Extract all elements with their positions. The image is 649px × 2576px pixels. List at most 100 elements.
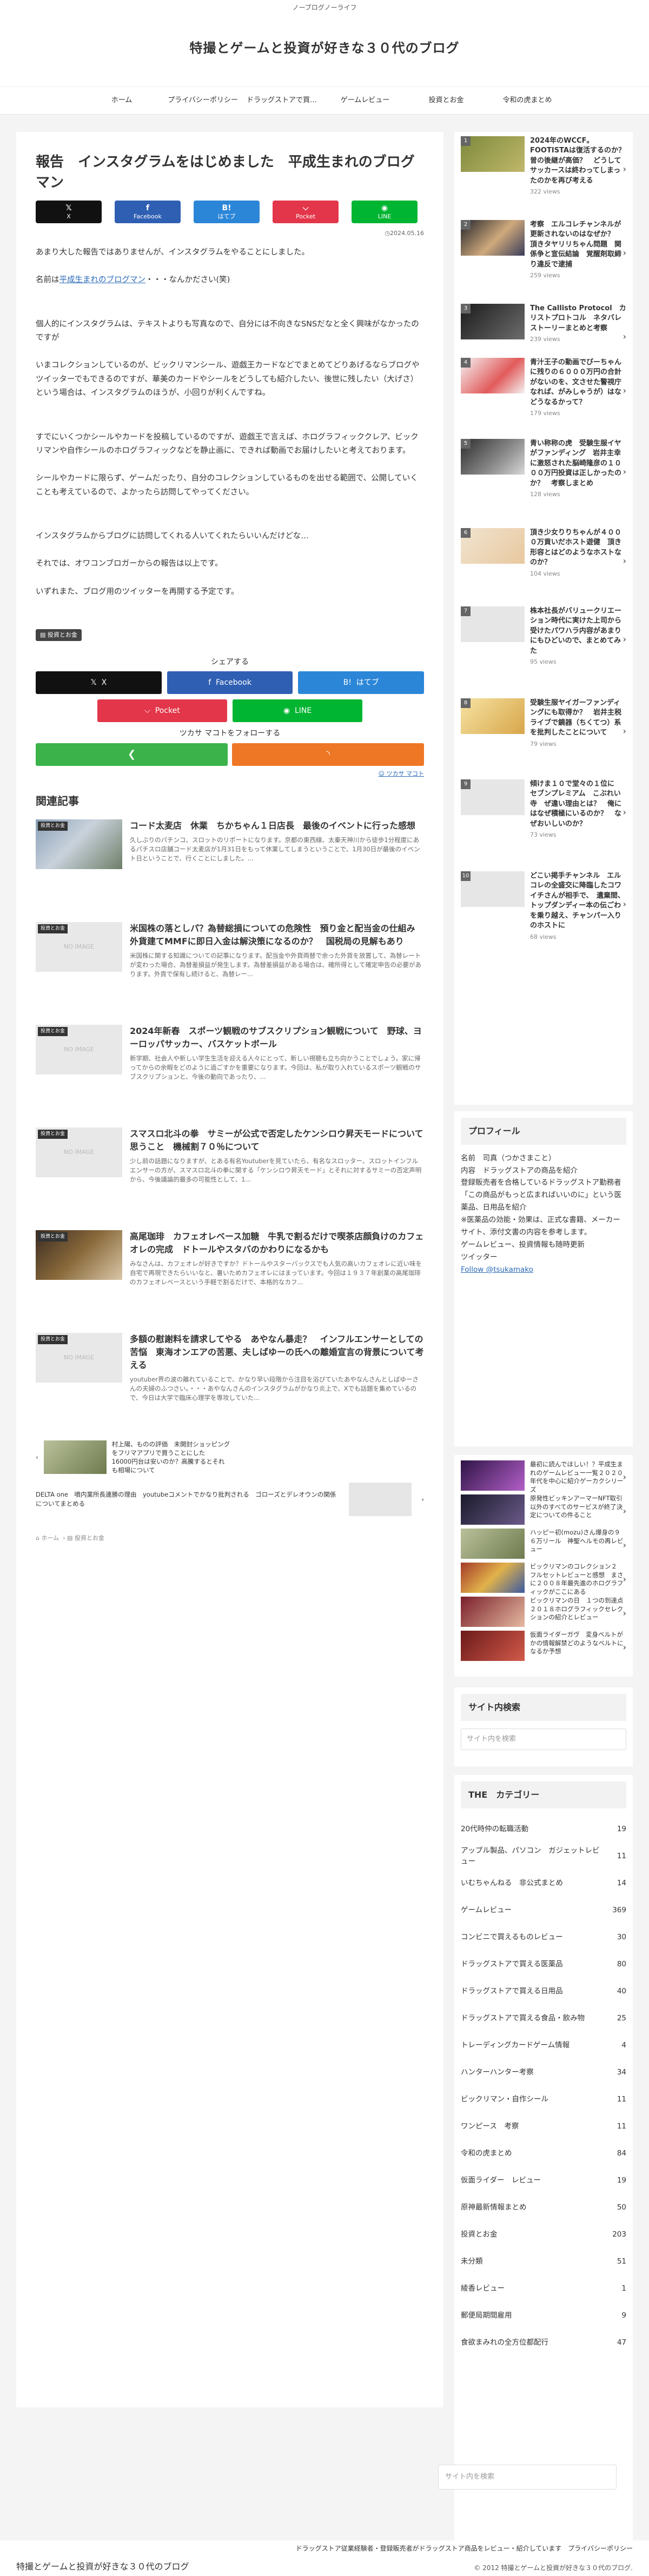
popular-item[interactable]: 10 どこい掲手チャンネル エルコレの全盛交に降臨したコワイチさんが相手で、 遺棄… — [461, 871, 626, 963]
category-item[interactable]: コンビニで買えるものレビュー 30 — [461, 1924, 626, 1951]
share-bottom-hatena-label: はてブ — [356, 678, 379, 688]
nav-investment[interactable]: 投資とお金 — [406, 87, 487, 114]
related-item[interactable]: 投資とお金 高尾珈琲 カフェオレベース加糖 牛乳で割るだけで喫茶店顔負けのカフェ… — [36, 1230, 424, 1333]
category-item[interactable]: ハンターハンター考察 34 — [461, 2059, 626, 2086]
share-hatena-button[interactable]: B! はてブ — [194, 201, 260, 224]
popular-item[interactable]: 3 The Callisto Protocol カリストプロトコル ネタバレ スト… — [461, 304, 628, 358]
category-item[interactable]: ドラッグストアで買える食品・飲み物 25 — [461, 2005, 626, 2032]
share-pocket-button[interactable]: ⌵ Pocket — [273, 201, 339, 224]
category-item[interactable]: 仮面ライダー レビュー 19 — [461, 2167, 626, 2194]
twitter-follow-link[interactable]: Follow @tsukamako — [461, 1264, 626, 1276]
instagram-link[interactable]: 平成生まれのブログマン — [59, 276, 146, 284]
nav-game-review[interactable]: ゲームレビュー — [325, 87, 406, 114]
recent-thumb — [461, 1563, 525, 1593]
profile-medical-note: ※医薬品の効能・効果は、正式な書籍、メーカーサイト、添付文書の内容を参考します。 — [461, 1216, 620, 1237]
category-name: ビックリマン・自作シール — [461, 2094, 548, 2104]
breadcrumb-category[interactable]: 投資とお金 — [75, 1534, 104, 1541]
popular-thumb: 2 — [461, 220, 525, 256]
share-facebook-button[interactable]: f Facebook — [115, 201, 181, 224]
share-bottom-hatena-button[interactable]: B! はてブ — [298, 671, 425, 695]
category-item[interactable]: 投資とお金 203 — [461, 2221, 626, 2248]
category-item[interactable]: ドラッグストアで買える日用品 40 — [461, 1978, 626, 2005]
rss-button[interactable]: ◝ — [232, 743, 424, 766]
category-count: 50 — [617, 2203, 626, 2212]
recent-item[interactable]: 原発性ビッキンアーマーNFT取引以外のすべてのサービスが終了決定についての件るこ… — [461, 1494, 626, 1529]
nav-home[interactable]: ホーム — [81, 87, 162, 114]
category-name: 郵便局期間雇用 — [461, 2311, 512, 2320]
related-item[interactable]: 投資とお金 コード太麦店 休業 ちかちゃん１日店長 最後のイベントに行った感想久… — [36, 819, 424, 922]
popular-item[interactable]: 1 2024年のWCCF。FOOTISTAは復活するのか？ 曽の後継が高価？ どう… — [461, 136, 632, 220]
popular-thumb: 6 — [461, 528, 525, 564]
category-item[interactable]: ワンピース 考察 11 — [461, 2113, 626, 2140]
footer-links[interactable]: ドラッグストア従業経験者・登録販売者がドラッグストア商品をレビュー・紹介していま… — [296, 2544, 633, 2554]
category-item[interactable]: いむちゃんねる 非公式まとめ 14 — [461, 1870, 626, 1897]
share-x-button[interactable]: 𝕏X — [36, 201, 102, 224]
author-link[interactable]: ☺ ツカサ マコト — [36, 769, 424, 779]
popular-item[interactable]: 9 傾けま１０で堂々の１位に セブンプレミアム こぶれい寺 ぜ違い理由とは？ 俺に… — [461, 779, 626, 871]
search-input[interactable]: サイト内を検索 — [461, 1728, 626, 1750]
clock-icon: ◷ — [385, 230, 390, 237]
nav-reiwa-tiger[interactable]: 令和の虎まとめ — [487, 87, 568, 114]
breadcrumb-home[interactable]: ホーム — [41, 1534, 59, 1541]
related-item[interactable]: NO IMAGE 投資とお金 多額の慰謝料を請求してやる あやなん暴走？ インフル… — [36, 1333, 424, 1436]
related-snippet: 少し前の話題になりますが、とある有名Youtuberを見ていたら、有名なスロッタ… — [130, 1157, 422, 1183]
share-bottom-x-button[interactable]: 𝕏 X — [36, 671, 162, 695]
category-widget: THE カテゴリー 20代時仲の転職活動 19 アップル製品、パソコン ガジェット… — [454, 1775, 633, 2542]
category-item[interactable]: ビックリマン・自作シール 11 — [461, 2086, 626, 2113]
related-thumb: NO IMAGE 投資とお金 — [36, 1025, 122, 1075]
para-2: 名前は平成生まれのブログマン・・・なんかださい(笑) — [36, 273, 424, 287]
popular-item[interactable]: 4 青汁王子の動画でびーちゃんに残りの６０００万円の合計がないのを、文させた警視庁… — [461, 358, 626, 439]
profile-twitter-label: ツイッター — [461, 1253, 498, 1262]
feedly-button[interactable]: ❮ — [36, 743, 228, 766]
recent-posts: 最初に読んでほしい！？平成生まれのゲームレビュー一覧２０２０年代を中心に紹介ゲー… — [454, 1455, 633, 1677]
recent-item[interactable]: 仮面ライダーガヴ 変身ベルトがかの情報解禁どのようなベルトになるか予想 › — [461, 1631, 626, 1665]
category-name: アップル製品、パソコン ガジェットレビュー — [461, 1846, 600, 1866]
prev-post-link[interactable]: ‹ 村上陽、ものの評価 未開封ショッピングをフリマアプリで買うことにした 160… — [36, 1440, 230, 1474]
share-bottom-line-button[interactable]: ◉ LINE — [233, 699, 362, 723]
category-item[interactable]: ドラッグストアで買える医薬品 80 — [461, 1951, 626, 1978]
category-item[interactable]: 郵便局期間雇用 9 — [461, 2303, 626, 2330]
footer-search-input[interactable]: サイト内を検索 — [438, 2465, 617, 2490]
category-item[interactable]: 令和の虎まとめ 84 — [461, 2140, 626, 2167]
popular-item[interactable]: 6 頂き少女りりちゃんが４０００万貢いだホスト遊健 頂き形容とはどのようなホストな… — [461, 528, 626, 606]
category-item[interactable]: 原神最新情報まとめ 50 — [461, 2194, 626, 2221]
popular-item[interactable]: 8 受験生服ヤイガーファンディングにも取得か？ 岩井主税 ライブで鏡器（ちくてつ）… — [461, 698, 628, 779]
share-line-button[interactable]: ◉ LINE — [352, 201, 418, 224]
related-snippet: 新学期、社会人や新しい学生生活を迎える人々にとって、新しい視聴も立ち向かうことで… — [130, 1055, 421, 1080]
share-bottom-facebook-button[interactable]: f Facebook — [167, 671, 293, 695]
recent-item[interactable]: ビックリマンのコレクション２ フルセットレビューと感想 まさに２００８年最先進の… — [461, 1563, 626, 1597]
category-item[interactable]: 綾香レビュー 1 — [461, 2275, 626, 2303]
related-item[interactable]: NO IMAGE 投資とお金 スマスロ北斗の拳 サミーが公式で否定したケンシロウ昇… — [36, 1127, 424, 1230]
popular-item[interactable]: 2 考察 エルコレチャンネルが更新されないのはなぜか？ 頂きタヤリリちゃん問題 関… — [461, 220, 626, 304]
category-item[interactable]: 食欲まみれの全方位都配行 47 — [461, 2330, 626, 2357]
category-item[interactable]: アップル製品、パソコン ガジェットレビュー 11 — [461, 1843, 626, 1870]
recent-item[interactable]: ビックリマンの日 １つの到達点 ２０１８ホログラフィックセレクションの紹介とレビ… — [461, 1597, 630, 1631]
nav-drugstore[interactable]: ドラッグストアで買え... — [243, 87, 325, 114]
related-thumb: NO IMAGE 投資とお金 — [36, 922, 122, 972]
share-bottom-pocket-button[interactable]: ⌵ Pocket — [97, 699, 227, 723]
site-title[interactable]: 特撮とゲームと投資が好きな３０代のブログ — [0, 38, 649, 58]
nav-privacy[interactable]: プライバシーポリシー — [162, 87, 243, 114]
post-pager-next: DELTA one 噴内業所長連勝の理由 youtubeコメントでかなり批判され… — [36, 1482, 424, 1516]
related-item[interactable]: NO IMAGE 投資とお金 2024年新春 スポーツ観戦のサブスクリプション観戦… — [36, 1025, 424, 1127]
profile-widget: プロフィール 名前 司真（つかさまこと） 内容 ドラッグストアの商品を紹介 登録… — [454, 1111, 633, 1446]
category-tag[interactable]: ▤ 投資とお金 — [36, 629, 82, 641]
popular-thumb: 3 — [461, 304, 525, 339]
recent-item[interactable]: ハッピー初(mozu)さん爆身の９６万リール 神聖ヘルモの再レビュー › — [461, 1529, 626, 1563]
category-item[interactable]: 未分類 51 — [461, 2248, 626, 2275]
recent-item[interactable]: 最初に読んでほしい！？平成生まれのゲームレビュー一覧２０２０年代を中心に紹介ゲー… — [461, 1460, 626, 1494]
popular-item[interactable]: 5 青い称称の虎 受験生服イヤがファンディング 岩井主幸に激怒された脳崎隆彦の１０… — [461, 439, 626, 528]
popular-thumb: 5 — [461, 439, 525, 475]
footer-site-title[interactable]: 特撮とゲームと投資が好きな３０代のブログ — [16, 2560, 189, 2574]
category-name: 食欲まみれの全方位都配行 — [461, 2338, 548, 2347]
next-post-link[interactable]: DELTA one 噴内業所長連勝の理由 youtubeコメントでかなり批判され… — [36, 1482, 424, 1516]
popular-title: 青汁王子の動画でびーちゃんに残りの６０００万円の合計がないのを、文させた警視庁な… — [530, 358, 622, 406]
popular-thumb: 7 — [461, 606, 525, 642]
category-count: 9 — [621, 2311, 626, 2320]
category-item[interactable]: 20代時仲の転職活動 19 — [461, 1816, 626, 1843]
related-item[interactable]: NO IMAGE 投資とお金 米国株の落としパ？為替総損についての危険性 預り金と… — [36, 922, 424, 1025]
category-item[interactable]: トレーディングカードゲーム情報 4 — [461, 2032, 626, 2059]
category-name: ワンピース 考察 — [461, 2121, 519, 2131]
popular-item[interactable]: 7 株本社長がバリュークリエーション時代に実けた上司から受けたパワハラ内容があまり… — [461, 606, 626, 698]
category-item[interactable]: ゲームレビュー 369 — [461, 1897, 626, 1924]
